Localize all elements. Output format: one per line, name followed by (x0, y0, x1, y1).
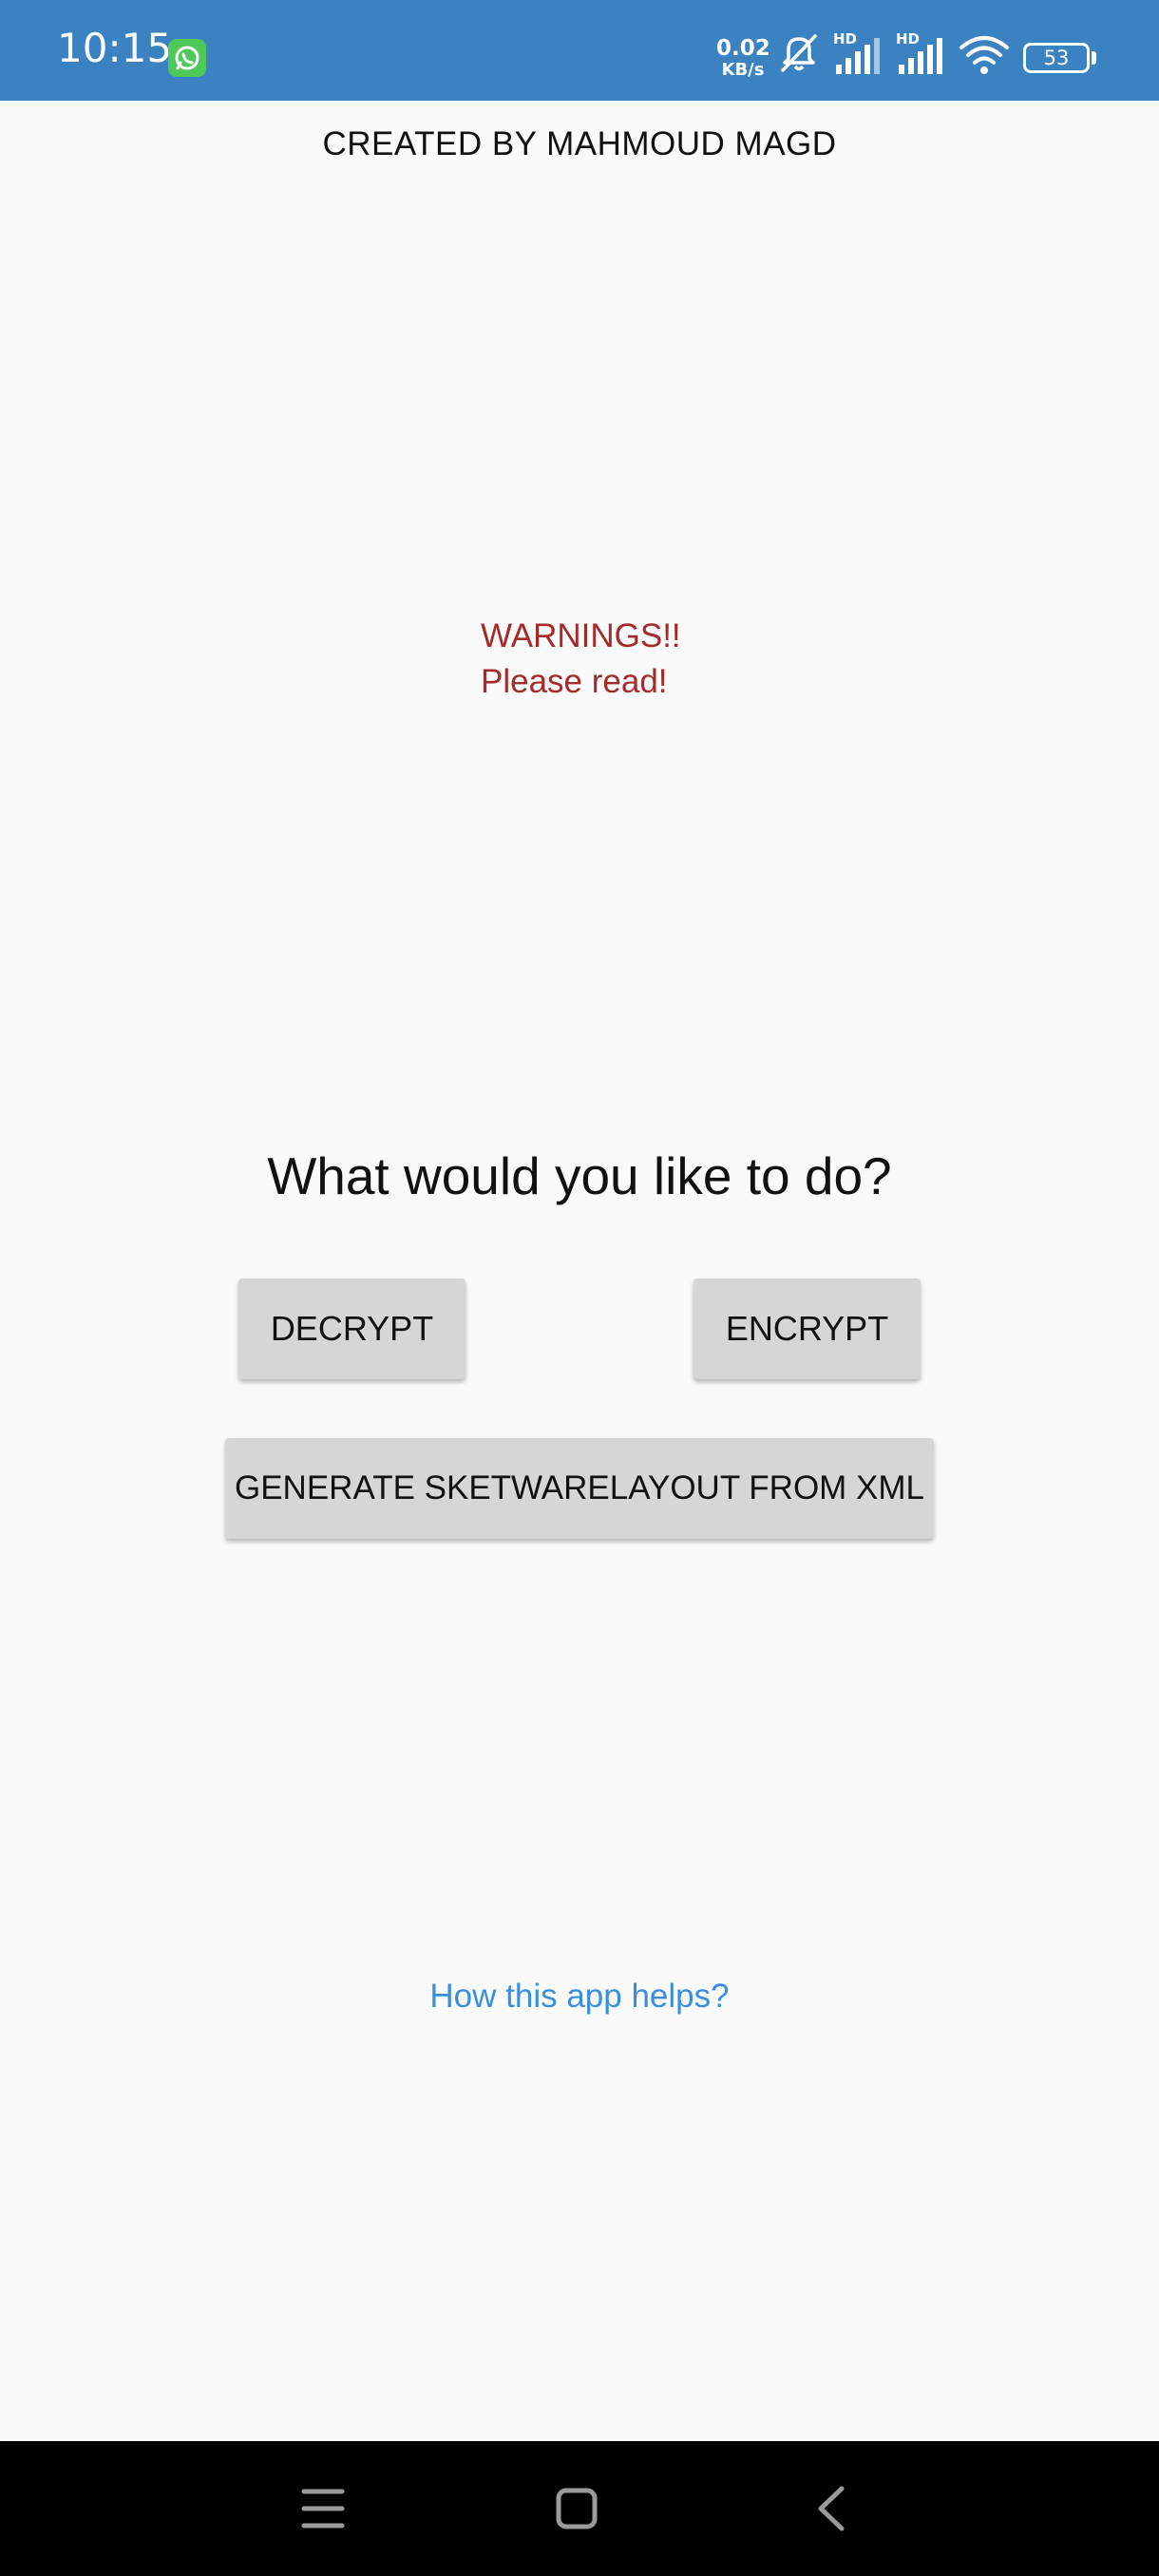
creator-credit: CREATED BY MAHMOUD MAGD (322, 125, 837, 162)
app-screen: 10:15 0.02 KB/s HD HD 53 CREATED BY MAHM… (0, 0, 1159, 2576)
warnings-title: WARNINGS!! (481, 617, 681, 654)
warnings-link[interactable]: WARNINGS!! Please read! (481, 614, 681, 705)
whatsapp-icon (168, 39, 206, 77)
signal-hd-icon: HD (832, 28, 885, 82)
generate-layout-button[interactable]: GENERATE SKETWARELAYOUT FROM XML (225, 1438, 934, 1539)
mute-icon (777, 28, 821, 80)
status-time: 10:15 (57, 25, 173, 71)
network-speed: 0.02 KB/s (716, 38, 770, 79)
main-question: What would you like to do? (267, 1146, 892, 1205)
battery-tip (1092, 51, 1096, 65)
net-speed-unit: KB/s (721, 60, 765, 80)
menu-button[interactable] (256, 2441, 390, 2576)
navigation-bar (0, 2441, 1159, 2576)
encrypt-button[interactable]: ENCRYPT (694, 1279, 921, 1379)
help-link[interactable]: How this app helps? (0, 1978, 1159, 2016)
wifi-icon (958, 28, 1011, 82)
svg-text:HD: HD (833, 30, 857, 47)
back-button[interactable] (764, 2441, 897, 2576)
home-button[interactable] (510, 2441, 643, 2576)
status-bar: 10:15 0.02 KB/s HD HD 53 (0, 0, 1159, 101)
net-speed-value: 0.02 (716, 36, 770, 61)
decrypt-button[interactable]: DECRYPT (238, 1279, 466, 1379)
home-icon (556, 2488, 598, 2529)
warnings-subtitle: Please read! (481, 663, 668, 700)
battery-icon: 53 (1023, 43, 1090, 73)
menu-icon (301, 2489, 345, 2529)
back-icon (818, 2486, 845, 2531)
svg-text:HD: HD (896, 30, 920, 47)
signal-hd-icon: HD (895, 28, 948, 82)
